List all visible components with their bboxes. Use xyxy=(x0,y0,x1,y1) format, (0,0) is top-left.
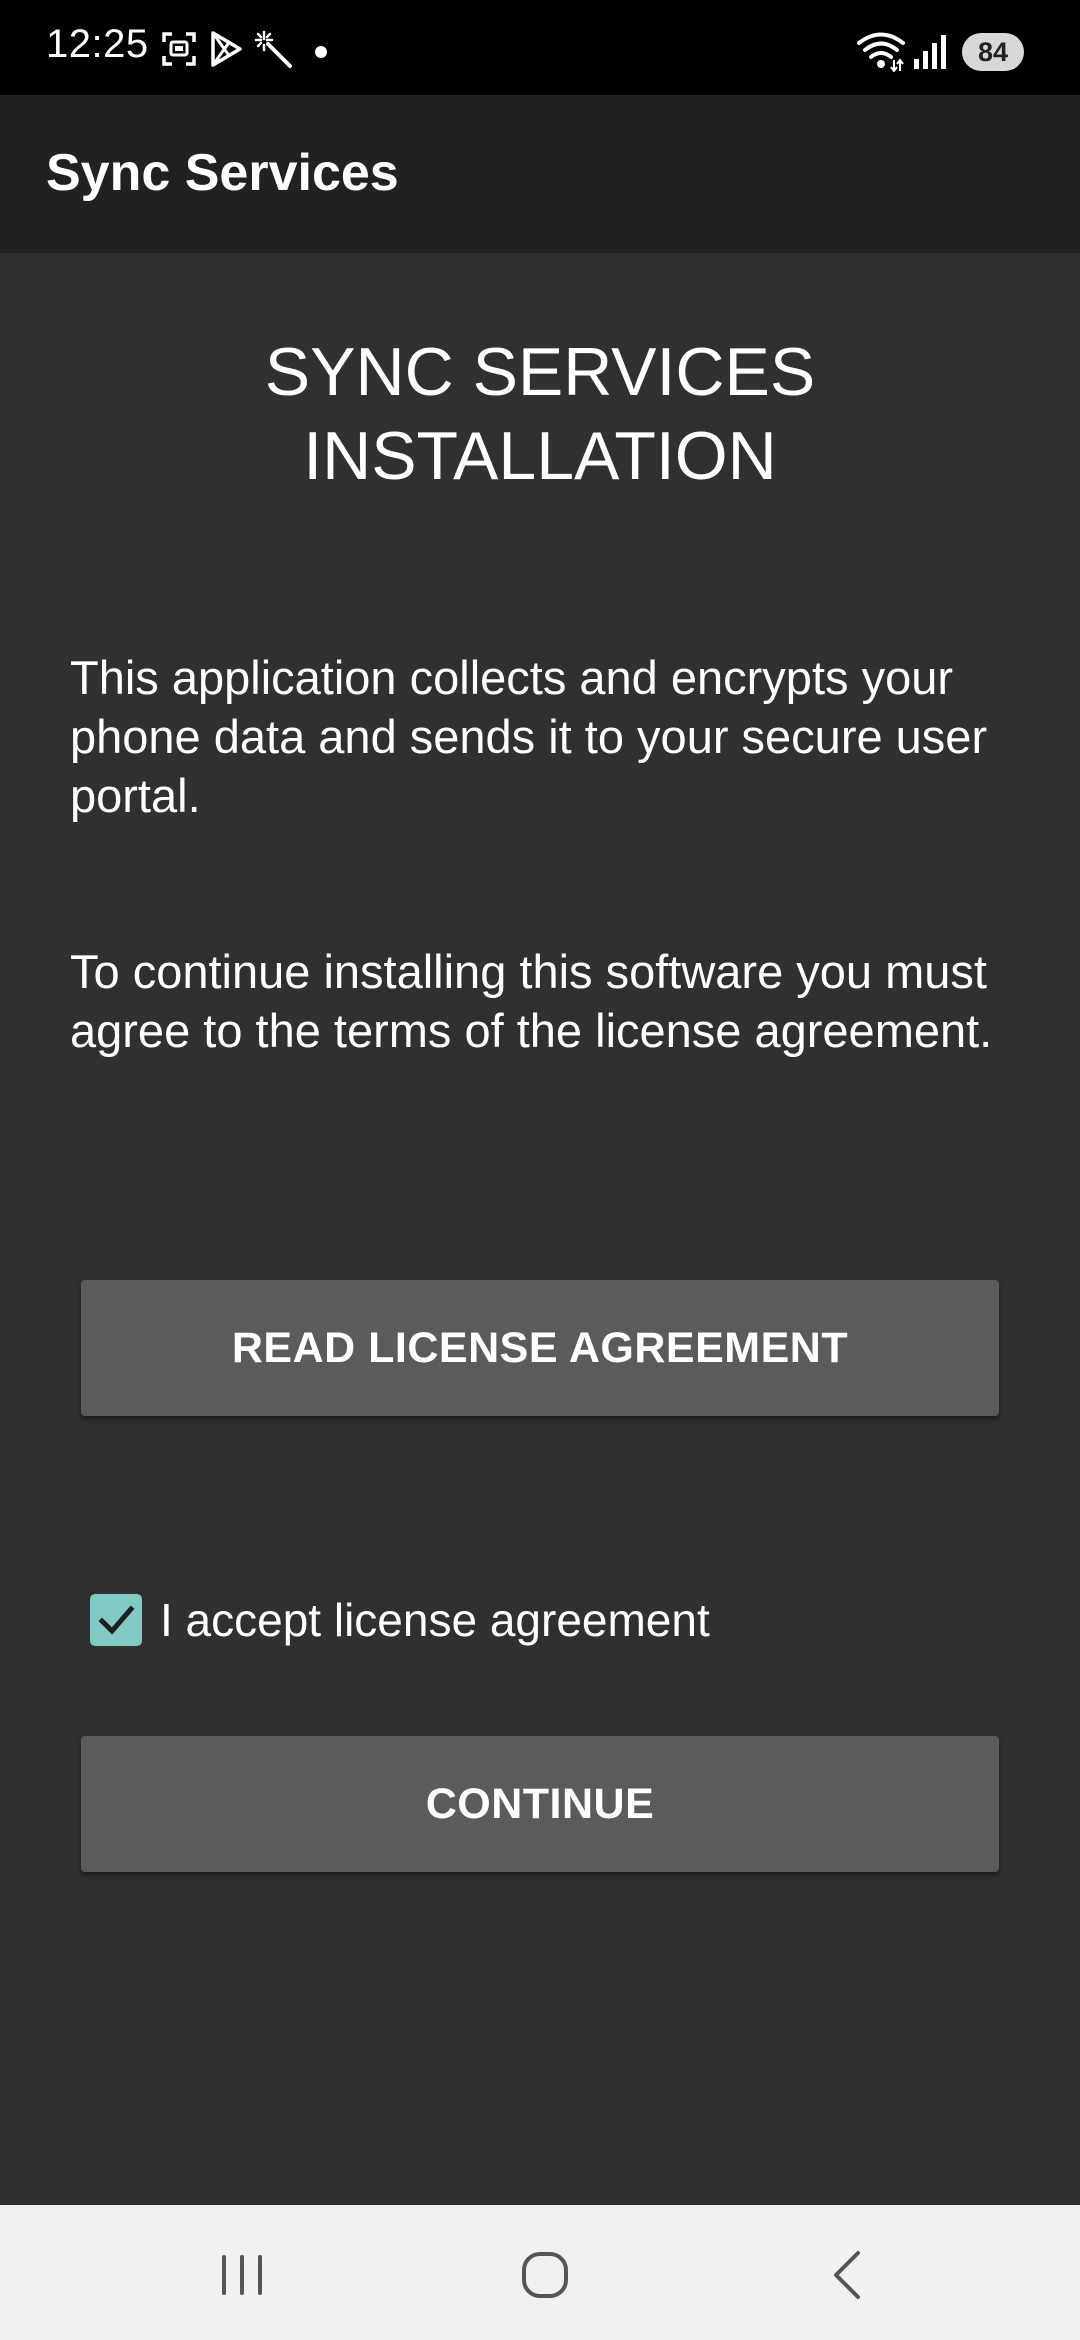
recent-apps-button[interactable] xyxy=(202,2235,282,2315)
magic-wand-icon xyxy=(254,30,292,68)
play-store-icon xyxy=(211,31,242,67)
screenshot-icon xyxy=(162,32,196,66)
screen: 12:25 84 Sync Services SYNC SERVICES INS… xyxy=(0,0,1080,2340)
home-icon xyxy=(522,2252,568,2298)
app-title: Sync Services xyxy=(46,144,399,202)
read-license-button[interactable]: READ LICENSE AGREEMENT xyxy=(81,1280,999,1416)
heading-line-1: SYNC SERVICES xyxy=(264,334,816,410)
back-button[interactable] xyxy=(808,2235,888,2315)
continue-button[interactable]: CONTINUE xyxy=(81,1736,999,1872)
home-button[interactable] xyxy=(505,2235,585,2315)
signal-icon xyxy=(914,35,946,69)
heading-line-2: INSTALLATION xyxy=(303,418,777,494)
terms-notice-text: To continue installing this software you… xyxy=(70,945,993,1057)
page-heading: SYNC SERVICES INSTALLATION xyxy=(0,330,1080,498)
battery-icon: 84 xyxy=(962,33,1024,71)
accept-license-checkbox[interactable] xyxy=(90,1594,142,1646)
status-time: 12:25 xyxy=(46,22,149,66)
back-icon xyxy=(834,2251,860,2299)
wifi-icon xyxy=(857,32,905,72)
notification-dot-icon xyxy=(315,46,327,58)
recent-apps-icon xyxy=(222,2255,262,2295)
description-text: This application collects and encrypts y… xyxy=(70,651,988,822)
app-bar: Sync Services xyxy=(0,95,1080,253)
accept-license-label[interactable]: I accept license agreement xyxy=(160,1592,710,1648)
checkmark-icon xyxy=(98,1605,135,1635)
status-bar: 12:25 84 xyxy=(0,0,1080,95)
navigation-bar xyxy=(0,2205,1080,2340)
